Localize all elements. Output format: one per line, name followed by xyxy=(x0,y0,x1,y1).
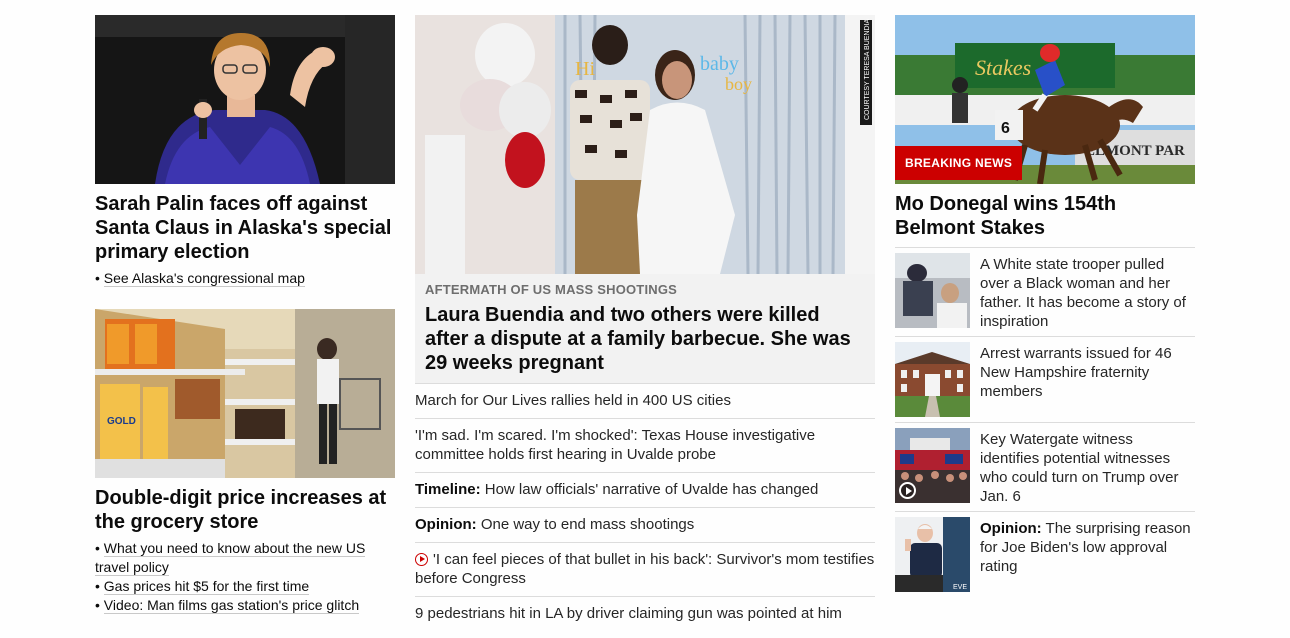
related-link-item: • See Alaska's congressional map xyxy=(95,270,305,287)
list-item[interactable]: Timeline: How law officials' narrative o… xyxy=(415,472,875,507)
play-circle-icon xyxy=(899,482,916,499)
svg-text:EVE: EVE xyxy=(953,584,967,591)
grocery-story-image[interactable]: GOLD xyxy=(95,309,395,478)
list-item[interactable]: Opinion: One way to end mass shootings xyxy=(415,507,875,542)
list-item-text: How law officials' narrative of Uvalde h… xyxy=(480,481,819,498)
related-link-item: • Video: Man films gas station's price g… xyxy=(95,597,360,614)
grocery-headline[interactable]: Double-digit price increases at the groc… xyxy=(95,486,395,534)
svg-text:Hi: Hi xyxy=(575,58,595,80)
list-item[interactable]: 9 pedestrians hit in LA by driver claimi… xyxy=(415,596,875,631)
list-item-text: Key Watergate witness identifies potenti… xyxy=(980,431,1179,505)
list-item-text: 9 pedestrians hit in LA by driver claimi… xyxy=(415,605,842,622)
list-item-prefix: Opinion: xyxy=(980,520,1042,537)
list-item-prefix: Timeline: xyxy=(415,481,481,498)
middle-column: Hi baby boy COURTESY TERESA BUENDIA AFTE… xyxy=(415,15,875,631)
list-item-text: Arrest warrants issued for 46 New Hampsh… xyxy=(980,345,1172,400)
list-item[interactable]: Arrest warrants issued for 46 New Hampsh… xyxy=(895,336,1195,422)
list-item-text: 'I'm sad. I'm scared. I'm shocked': Texa… xyxy=(415,427,816,463)
travel-policy-link[interactable]: What you need to know about the new US t… xyxy=(95,540,366,576)
photo-credit: COURTESY TERESA BUENDIA xyxy=(864,19,871,120)
svg-text:baby: baby xyxy=(700,53,739,75)
gas-prices-link[interactable]: Gas prices hit $5 for the first time xyxy=(103,578,310,595)
svg-text:GOLD: GOLD xyxy=(107,416,136,427)
list-item[interactable]: 'I can feel pieces of that bullet in his… xyxy=(415,542,875,596)
grocery-photo: GOLD xyxy=(95,309,395,478)
svg-text:Stakes: Stakes xyxy=(975,55,1031,80)
buendia-story-image[interactable]: Hi baby boy COURTESY TERESA BUENDIA xyxy=(415,15,875,274)
left-column: Sarah Palin faces off against Santa Clau… xyxy=(95,15,395,615)
watergate-thumbnail xyxy=(895,428,970,503)
svg-text:boy: boy xyxy=(725,74,752,94)
palin-photo xyxy=(95,15,395,184)
list-item[interactable]: EVE Opinion: The surprising reason for J… xyxy=(895,511,1195,597)
list-item-text: Opinion: The surprising reason for Joe B… xyxy=(980,517,1195,592)
palin-headline[interactable]: Sarah Palin faces off against Santa Clau… xyxy=(95,192,395,264)
buendia-photo: Hi baby boy COURTESY TERESA BUENDIA xyxy=(415,15,875,274)
belmont-story-image[interactable]: Stakes ELMONT PAR 6 BREAKING NEWS xyxy=(895,15,1195,184)
palin-related-links: • See Alaska's congressional map xyxy=(95,269,395,288)
svg-text:6: 6 xyxy=(1001,120,1010,137)
buendia-headline[interactable]: Laura Buendia and two others were killed… xyxy=(425,303,865,375)
play-circle-icon xyxy=(415,553,428,566)
fraternity-thumbnail xyxy=(895,342,970,417)
alaska-map-link[interactable]: See Alaska's congressional map xyxy=(103,270,305,287)
breaking-news-badge: BREAKING NEWS xyxy=(895,146,1023,180)
palin-story-image[interactable] xyxy=(95,15,395,184)
trooper-thumbnail xyxy=(895,253,970,328)
right-column: Stakes ELMONT PAR 6 BREAKING NEWS Mo Don… xyxy=(895,15,1195,597)
section-label[interactable]: AFTERMATH OF US MASS SHOOTINGS xyxy=(425,282,865,297)
grocery-related-links: • What you need to know about the new US… xyxy=(95,539,395,615)
list-item[interactable]: 'I'm sad. I'm scared. I'm shocked': Texa… xyxy=(415,418,875,472)
list-item-text: March for Our Lives rallies held in 400 … xyxy=(415,392,731,409)
feature-headline-block: AFTERMATH OF US MASS SHOOTINGS Laura Bue… xyxy=(415,274,875,383)
list-item[interactable]: A White state trooper pulled over a Blac… xyxy=(895,247,1195,336)
related-link-item: • What you need to know about the new US… xyxy=(95,540,366,576)
list-item-prefix: Opinion: xyxy=(415,516,477,533)
list-item-text: A White state trooper pulled over a Blac… xyxy=(980,256,1186,330)
list-item-text: 'I can feel pieces of that bullet in his… xyxy=(415,551,875,587)
related-link-item: • Gas prices hit $5 for the first time xyxy=(95,578,310,595)
list-item[interactable]: Key Watergate witness identifies potenti… xyxy=(895,422,1195,511)
belmont-headline[interactable]: Mo Donegal wins 154th Belmont Stakes xyxy=(895,192,1195,240)
gas-glitch-video-link[interactable]: Video: Man films gas station's price gli… xyxy=(103,597,360,614)
list-item-text: One way to end mass shootings xyxy=(476,516,695,533)
biden-thumbnail: EVE xyxy=(895,517,970,592)
list-item[interactable]: March for Our Lives rallies held in 400 … xyxy=(415,383,875,418)
shootings-story-list: March for Our Lives rallies held in 400 … xyxy=(415,383,875,631)
